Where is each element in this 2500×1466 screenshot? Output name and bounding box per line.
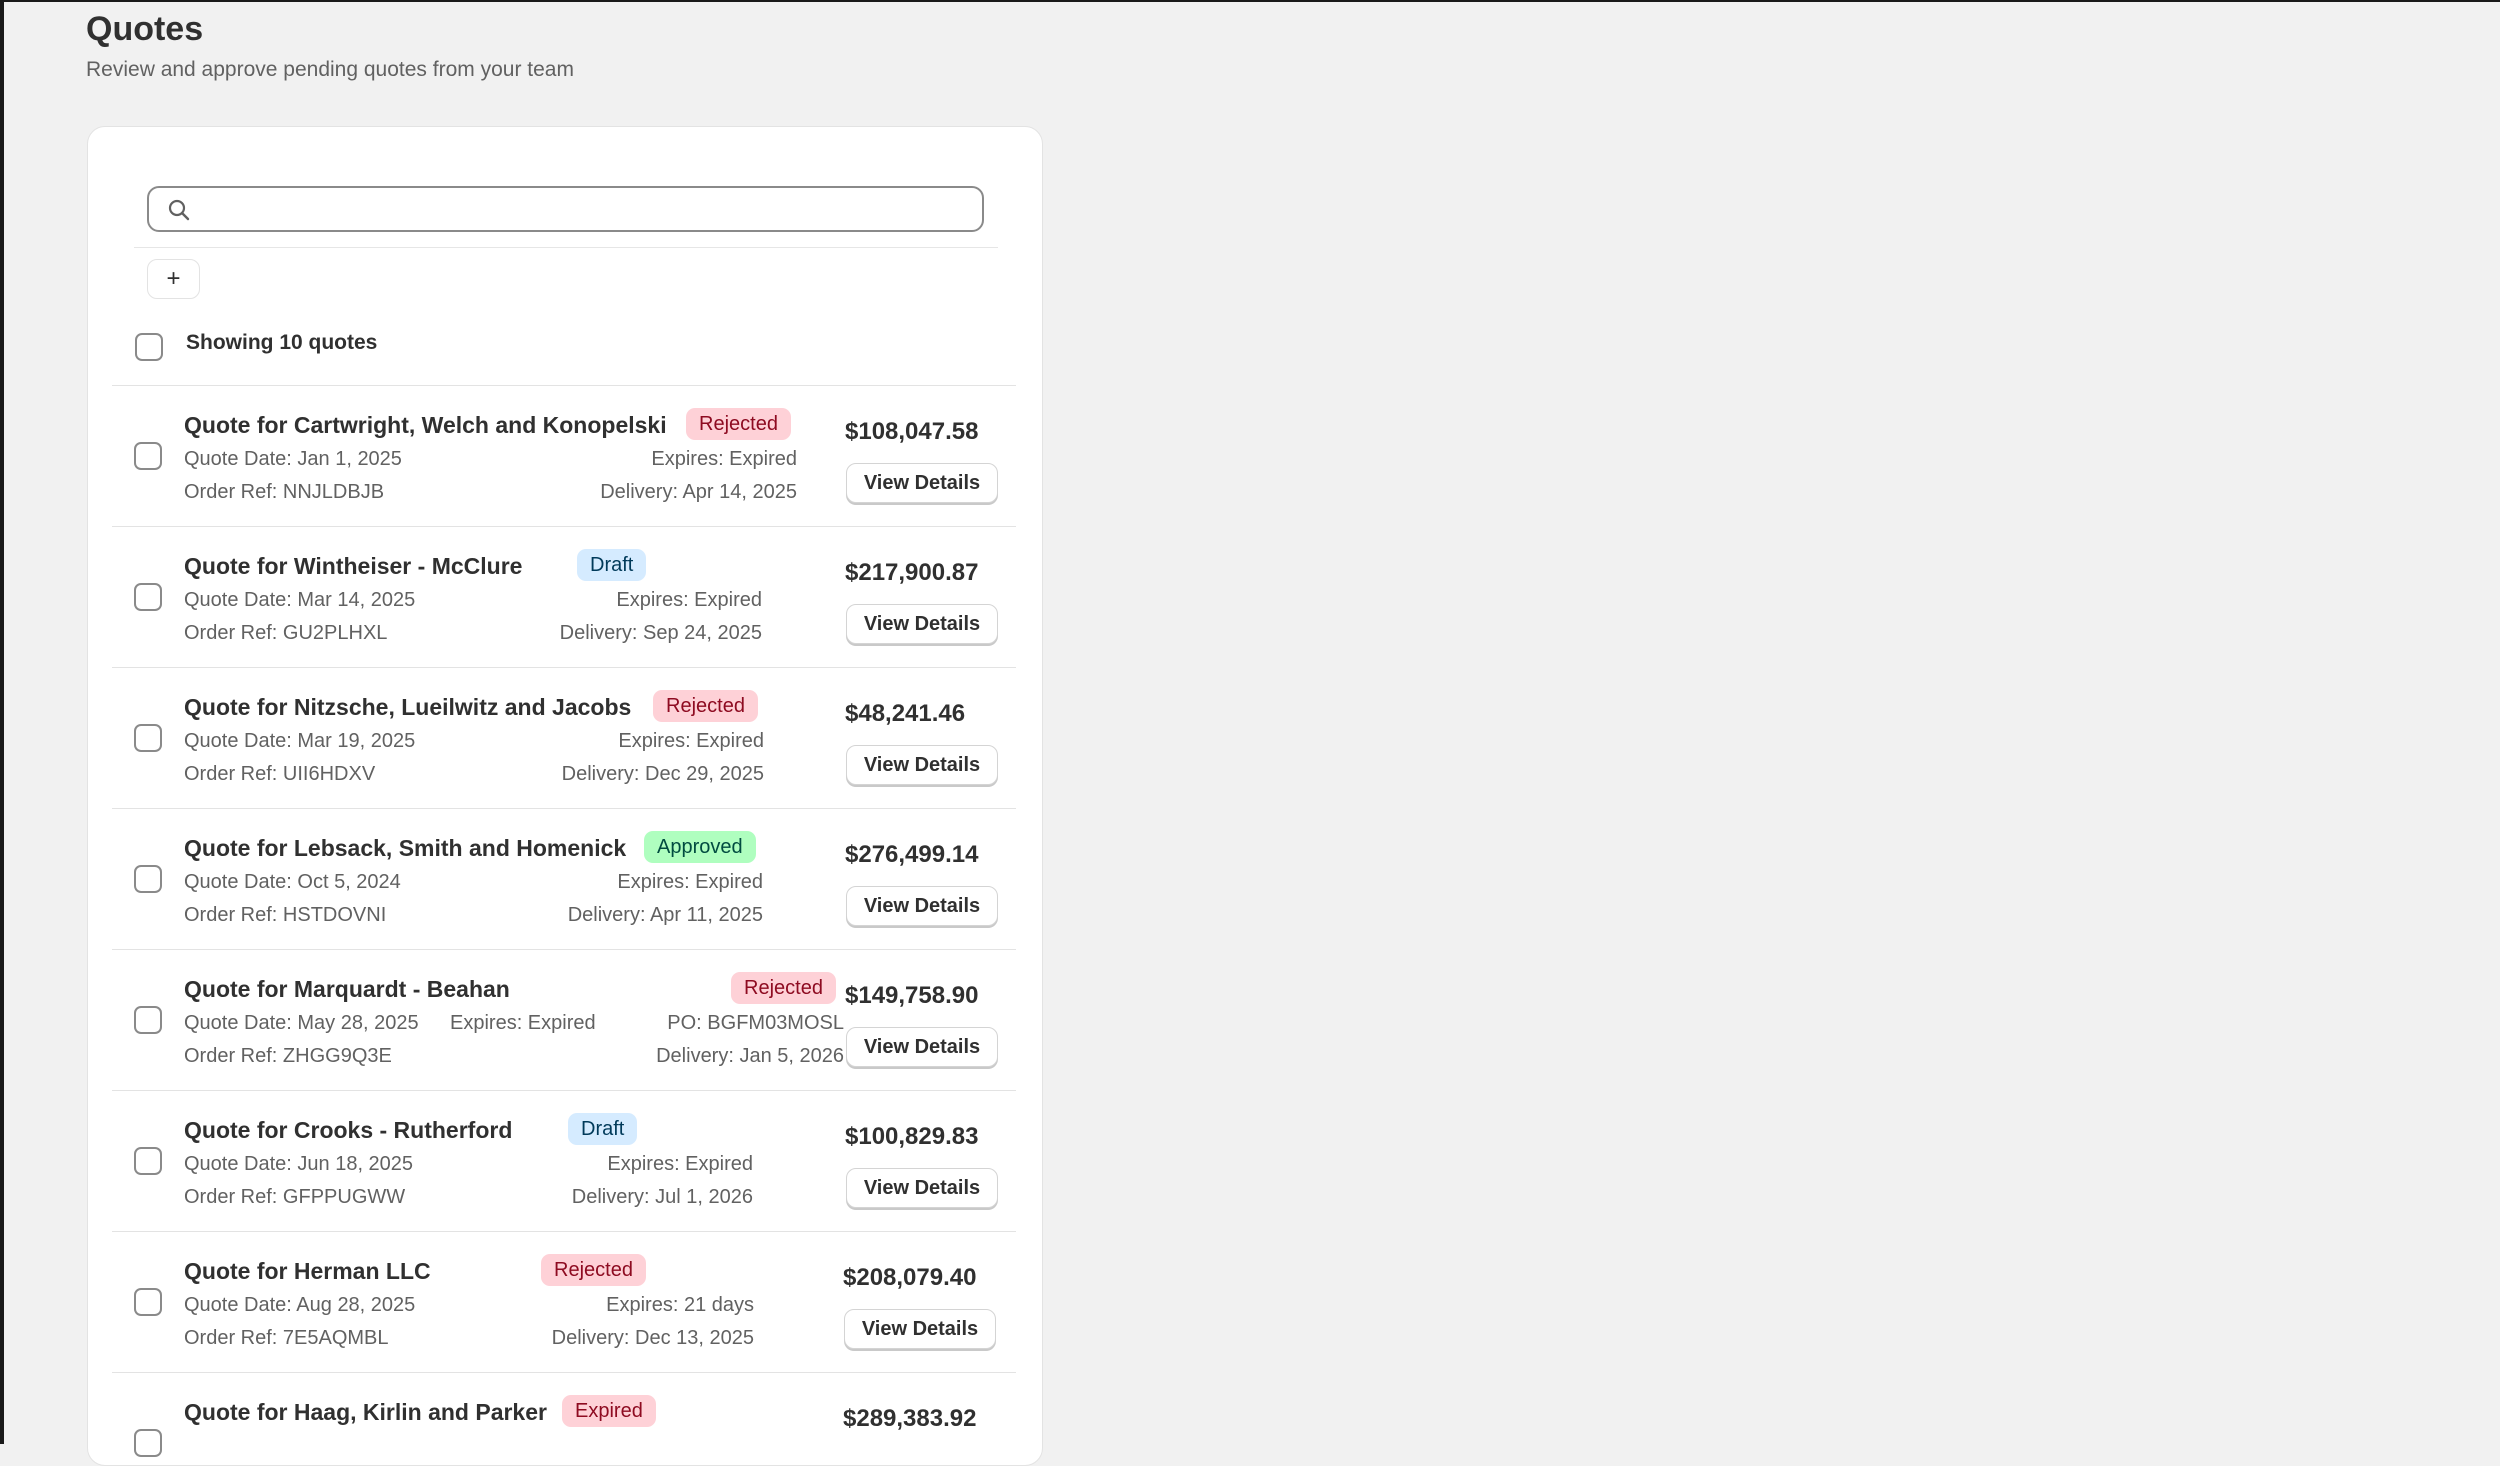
quote-expires: Expires: Expired [450, 1012, 596, 1034]
quote-expires: Expires: Expired [607, 1153, 753, 1175]
delivery-date: Delivery: Jul 1, 2026 [571, 1186, 753, 1208]
order-ref: Order Ref: UII6HDXV [184, 763, 376, 785]
quote-expires: Expires: Expired [618, 730, 764, 752]
order-ref: Order Ref: ZHGG9Q3E [184, 1045, 392, 1067]
search-icon [168, 199, 190, 221]
quote-expires: Expires: 21 days [606, 1294, 754, 1316]
row-checkbox[interactable] [134, 724, 162, 752]
quote-date: Quote Date: Aug 28, 2025 [184, 1294, 416, 1316]
window-top-edge [0, 0, 2500, 2]
search-input[interactable] [201, 194, 975, 226]
quote-row[interactable]: Quote for Lebsack, Smith and Homenick Ap… [112, 808, 1016, 949]
delivery-date: Delivery: Apr 11, 2025 [567, 904, 763, 926]
quote-expires: Expires: Expired [617, 871, 763, 893]
row-checkbox[interactable] [134, 1288, 162, 1316]
view-details-button[interactable]: View Details [846, 463, 998, 503]
quotes-card: + Showing 10 quotes Quote for Cartwright… [87, 126, 1043, 1466]
quote-amount: $48,241.46 [845, 700, 966, 727]
quote-expires: Expires: Expired [616, 589, 762, 611]
add-filter-button[interactable]: + [147, 259, 200, 299]
quote-title: Quote for Herman LLC [184, 1258, 431, 1284]
search-box[interactable] [147, 186, 984, 232]
page-title: Quotes [86, 10, 204, 48]
order-ref: Order Ref: 7E5AQMBL [184, 1327, 389, 1349]
quote-amount: $149,758.90 [845, 982, 979, 1009]
quote-row[interactable]: Quote for Wintheiser - McClure Draft Quo… [112, 526, 1016, 667]
delivery-date: Delivery: Jan 5, 2026 [656, 1045, 844, 1067]
quote-title: Quote for Wintheiser - McClure [184, 553, 523, 579]
quote-date: Quote Date: Mar 19, 2025 [184, 730, 416, 752]
row-checkbox[interactable] [134, 583, 162, 611]
quote-date: Quote Date: Jun 18, 2025 [184, 1153, 414, 1175]
quote-title: Quote for Lebsack, Smith and Homenick [184, 835, 627, 861]
quote-row[interactable]: Quote for Crooks - Rutherford Draft Quot… [112, 1090, 1016, 1231]
quote-expires: Expires: Expired [651, 448, 797, 470]
status-badge: Expired [562, 1395, 656, 1427]
status-badge: Rejected [653, 690, 758, 722]
po-number: PO: BGFM03MOSL [667, 1012, 844, 1034]
status-badge: Draft [568, 1113, 638, 1145]
quote-date: Quote Date: Oct 5, 2024 [184, 871, 401, 893]
view-details-button[interactable]: View Details [846, 1027, 998, 1067]
row-checkbox[interactable] [134, 1147, 162, 1175]
view-details-button[interactable]: View Details [846, 604, 998, 644]
row-checkbox[interactable] [134, 442, 162, 470]
quote-date: Quote Date: Mar 14, 2025 [184, 589, 416, 611]
status-badge: Rejected [731, 972, 836, 1004]
row-checkbox[interactable] [134, 1429, 162, 1457]
delivery-date: Delivery: Apr 14, 2025 [600, 481, 797, 503]
quote-title: Quote for Crooks - Rutherford [184, 1117, 513, 1143]
order-ref: Order Ref: NNJLDBJB [184, 481, 385, 503]
quote-row[interactable]: Quote for Herman LLC Rejected Quote Date… [112, 1231, 1016, 1372]
row-checkbox[interactable] [134, 1006, 162, 1034]
status-badge: Rejected [686, 408, 791, 440]
page-subtitle: Review and approve pending quotes from y… [86, 58, 574, 81]
quote-amount: $289,383.92 [843, 1405, 977, 1432]
quote-row[interactable]: Quote for Cartwright, Welch and Konopels… [112, 385, 1016, 526]
quote-amount: $217,900.87 [845, 559, 979, 586]
view-details-button[interactable]: View Details [844, 1309, 996, 1349]
showing-count: Showing 10 quotes [186, 331, 378, 354]
order-ref: Order Ref: HSTDOVNI [184, 904, 387, 926]
order-ref: Order Ref: GU2PLHXL [184, 622, 388, 644]
quote-amount: $108,047.58 [845, 418, 979, 445]
quote-title: Quote for Nitzsche, Lueilwitz and Jacobs [184, 694, 632, 720]
quote-title: Quote for Marquardt - Beahan [184, 976, 510, 1002]
status-badge: Approved [644, 831, 756, 863]
delivery-date: Delivery: Dec 13, 2025 [551, 1327, 754, 1349]
delivery-date: Delivery: Dec 29, 2025 [561, 763, 764, 785]
view-details-button[interactable]: View Details [846, 886, 998, 926]
quote-amount: $208,079.40 [843, 1264, 977, 1291]
view-details-button[interactable]: View Details [846, 745, 998, 785]
view-details-button[interactable]: View Details [846, 1168, 998, 1208]
status-badge: Rejected [541, 1254, 646, 1286]
quote-row[interactable]: Quote for Haag, Kirlin and Parker Expire… [112, 1372, 1016, 1465]
divider [134, 247, 998, 248]
status-badge: Draft [577, 549, 647, 581]
quote-title: Quote for Haag, Kirlin and Parker [184, 1399, 547, 1425]
quote-title: Quote for Cartwright, Welch and Konopels… [184, 412, 667, 438]
quote-date: Quote Date: May 28, 2025 [184, 1012, 419, 1034]
delivery-date: Delivery: Sep 24, 2025 [559, 622, 762, 644]
quote-amount: $276,499.14 [845, 841, 979, 868]
window-left-edge [0, 0, 4, 1444]
quote-amount: $100,829.83 [845, 1123, 979, 1150]
row-checkbox[interactable] [134, 865, 162, 893]
select-all-checkbox[interactable] [135, 333, 163, 361]
order-ref: Order Ref: GFPPUGWW [184, 1186, 406, 1208]
quote-row[interactable]: Quote for Nitzsche, Lueilwitz and Jacobs… [112, 667, 1016, 808]
quote-date: Quote Date: Jan 1, 2025 [184, 448, 402, 470]
quote-row[interactable]: Quote for Marquardt - Beahan Rejected Qu… [112, 949, 1016, 1090]
